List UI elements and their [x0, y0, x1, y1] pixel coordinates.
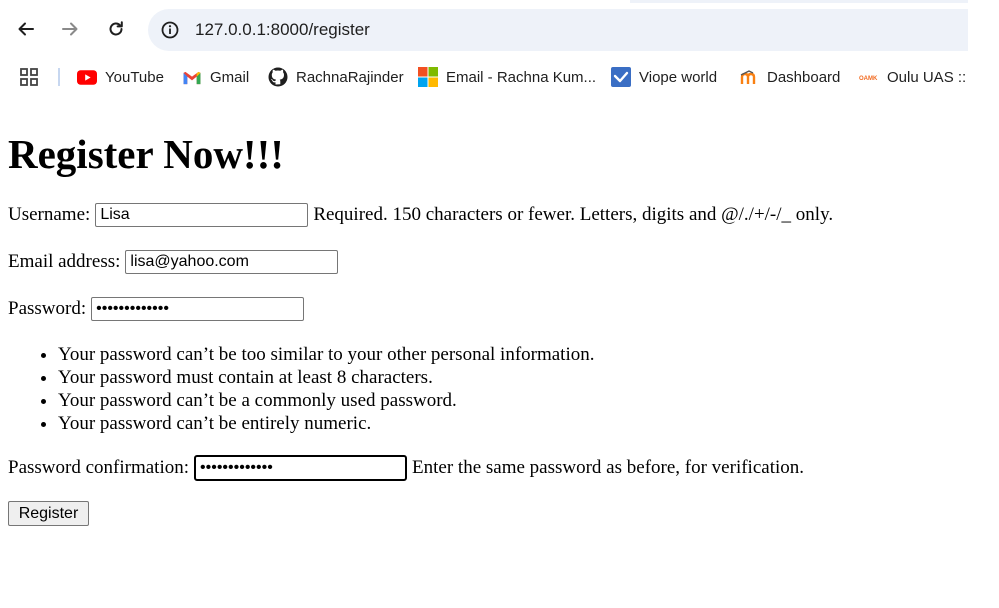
- reload-button[interactable]: [101, 14, 131, 44]
- bookmark-viope[interactable]: Viope world: [611, 66, 717, 88]
- viope-icon: [611, 67, 631, 87]
- back-arrow-icon: [18, 22, 34, 36]
- password-input[interactable]: [91, 297, 305, 321]
- email-input[interactable]: [125, 250, 339, 274]
- username-label: Username:: [8, 204, 91, 225]
- address-url[interactable]: 127.0.0.1:8000/register: [195, 19, 370, 41]
- username-help-text: Required. 150 characters or fewer. Lette…: [313, 204, 834, 225]
- list-item: Your password can’t be entirely numeric.: [58, 412, 595, 435]
- bookmark-label: Gmail: [210, 68, 250, 86]
- list-item: Your password can’t be too similar to yo…: [58, 343, 595, 366]
- bookmark-gmail[interactable]: Gmail: [182, 66, 249, 88]
- bookmark-oulu-uas[interactable]: OAMK Oulu UAS :: S: [859, 66, 968, 88]
- bookmark-label: Email - Rachna Kum...: [446, 68, 597, 86]
- svg-text:OAMK: OAMK: [859, 76, 878, 82]
- reload-icon: [109, 21, 123, 36]
- bookmark-label: YouTube: [105, 68, 164, 86]
- forward-arrow-icon: [62, 22, 78, 36]
- page-title: Register Now!!!: [8, 131, 284, 177]
- password-rules-list: Your password can’t be too similar to yo…: [18, 343, 595, 435]
- bookmarks-separator: [58, 68, 60, 86]
- bookmark-youtube[interactable]: YouTube: [77, 66, 164, 88]
- address-bar[interactable]: 127.0.0.1:8000/register: [148, 9, 968, 51]
- moodle-icon: [739, 67, 759, 87]
- username-input[interactable]: [95, 203, 309, 227]
- username-row: Username: Required. 150 characters or fe…: [8, 203, 833, 227]
- bookmark-dashboard[interactable]: Dashboard: [739, 66, 840, 88]
- password-confirmation-help-text: Enter the same password as before, for v…: [412, 457, 805, 478]
- site-info-icon[interactable]: [160, 20, 180, 40]
- list-item: Your password can’t be a commonly used p…: [58, 389, 595, 412]
- gmail-icon: [182, 67, 202, 87]
- bookmark-label: Dashboard: [767, 68, 841, 86]
- bookmark-label: Viope world: [639, 68, 718, 86]
- bookmark-github[interactable]: RachnaRajinder: [268, 66, 404, 88]
- github-icon: [268, 67, 288, 87]
- bookmark-email[interactable]: Email - Rachna Kum...: [418, 66, 596, 88]
- back-button[interactable]: [11, 14, 41, 44]
- forward-button[interactable]: [55, 14, 85, 44]
- password-confirmation-input[interactable]: [194, 455, 408, 481]
- email-row: Email address:: [8, 250, 339, 274]
- register-button[interactable]: Register: [8, 501, 89, 526]
- list-item: Your password must contain at least 8 ch…: [58, 366, 595, 389]
- password-row: Password:: [8, 297, 305, 321]
- bookmarks-bar: YouTube Gmail RachnaRajinder Email - Rac…: [0, 60, 968, 94]
- browser-toolbar: 127.0.0.1:8000/register: [0, 0, 968, 60]
- bookmark-label: RachnaRajinder: [296, 68, 404, 86]
- bookmark-label: Oulu UAS :: S: [887, 68, 968, 86]
- email-label: Email address:: [8, 251, 121, 272]
- tab-strip-edge: [630, 0, 968, 3]
- password-confirmation-row: Password confirmation: Enter the same pa…: [8, 455, 804, 481]
- youtube-icon: [77, 67, 97, 87]
- password-label: Password:: [8, 298, 87, 319]
- apps-grid-icon[interactable]: [20, 68, 38, 86]
- oamk-icon: OAMK: [859, 67, 879, 87]
- outlook-icon: [418, 67, 438, 87]
- password-confirmation-label: Password confirmation:: [8, 457, 190, 478]
